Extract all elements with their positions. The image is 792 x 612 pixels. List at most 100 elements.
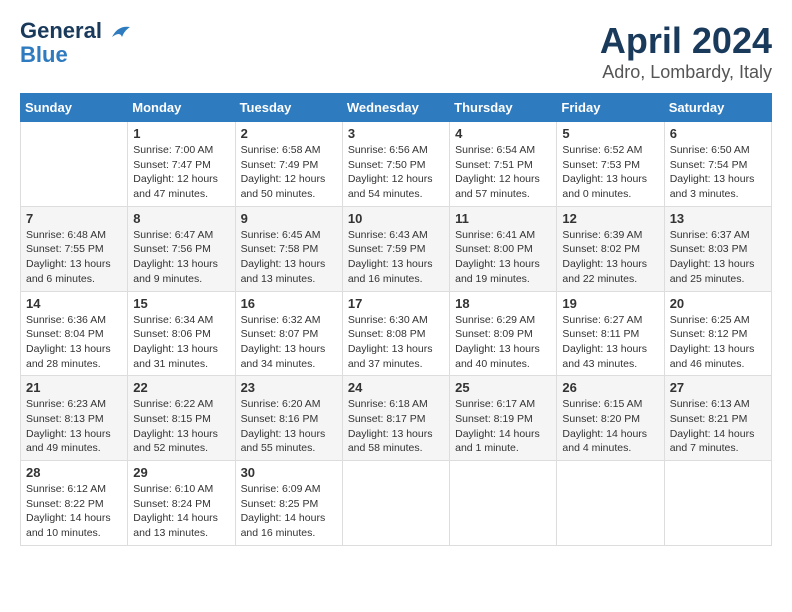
day-cell-8: 8Sunrise: 6:47 AMSunset: 7:56 PMDaylight… (128, 206, 235, 291)
calendar-body: 1 Sunrise: 7:00 AMSunset: 7:47 PMDaylight… (21, 122, 772, 546)
day-cell-23: 23 Sunrise: 6:20 AMSunset: 8:16 PMDayligh… (235, 376, 342, 461)
day-cell-15: 15 Sunrise: 6:34 AMSunset: 8:06 PMDayligh… (128, 291, 235, 376)
day-number: 19 (562, 296, 658, 311)
day-cell-26: 26Sunrise: 6:15 AMSunset: 8:20 PMDayligh… (557, 376, 664, 461)
week-row-3: 14Sunrise: 6:36 AMSunset: 8:04 PMDayligh… (21, 291, 772, 376)
day-cell-30: 30Sunrise: 6:09 AMSunset: 8:25 PMDayligh… (235, 461, 342, 546)
day-number: 10 (348, 211, 444, 226)
day-number: 7 (26, 211, 122, 226)
day-number: 17 (348, 296, 444, 311)
day-info: Sunrise: 6:29 AMSunset: 8:09 PMDaylight:… (455, 313, 551, 372)
day-info: Sunrise: 6:10 AMSunset: 8:24 PMDaylight:… (133, 482, 229, 541)
title-area: April 2024 Adro, Lombardy, Italy (600, 20, 772, 83)
day-number: 29 (133, 465, 229, 480)
week-row-4: 21Sunrise: 6:23 AMSunset: 8:13 PMDayligh… (21, 376, 772, 461)
calendar-header-row: SundayMondayTuesdayWednesdayThursdayFrid… (21, 94, 772, 122)
empty-cell (21, 122, 128, 207)
day-info: Sunrise: 7:00 AMSunset: 7:47 PMDaylight:… (133, 143, 229, 202)
day-info: Sunrise: 6:56 AMSunset: 7:50 PMDaylight:… (348, 143, 444, 202)
week-row-2: 7 Sunrise: 6:48 AMSunset: 7:55 PMDaylight… (21, 206, 772, 291)
day-number: 15 (133, 296, 229, 311)
day-info: Sunrise: 6:13 AMSunset: 8:21 PMDaylight:… (670, 397, 766, 456)
day-header-wednesday: Wednesday (342, 94, 449, 122)
week-row-1: 1 Sunrise: 7:00 AMSunset: 7:47 PMDaylight… (21, 122, 772, 207)
day-info: Sunrise: 6:50 AMSunset: 7:54 PMDaylight:… (670, 143, 766, 202)
day-cell-22: 22 Sunrise: 6:22 AMSunset: 8:15 PMDayligh… (128, 376, 235, 461)
day-cell-12: 12 Sunrise: 6:39 AMSunset: 8:02 PMDayligh… (557, 206, 664, 291)
day-number: 20 (670, 296, 766, 311)
day-info: Sunrise: 6:54 AMSunset: 7:51 PMDaylight:… (455, 143, 551, 202)
day-info: Sunrise: 6:09 AMSunset: 8:25 PMDaylight:… (241, 482, 337, 541)
day-info: Sunrise: 6:27 AMSunset: 8:11 PMDaylight:… (562, 313, 658, 372)
calendar-table: SundayMondayTuesdayWednesdayThursdayFrid… (20, 93, 772, 546)
day-header-monday: Monday (128, 94, 235, 122)
header: General Blue April 2024 Adro, Lombardy, … (20, 20, 772, 83)
day-number: 2 (241, 126, 337, 141)
empty-cell (557, 461, 664, 546)
day-number: 22 (133, 380, 229, 395)
day-cell-20: 20 Sunrise: 6:25 AMSunset: 8:12 PMDayligh… (664, 291, 771, 376)
day-info: Sunrise: 6:17 AMSunset: 8:19 PMDaylight:… (455, 397, 551, 456)
day-cell-25: 25Sunrise: 6:17 AMSunset: 8:19 PMDayligh… (450, 376, 557, 461)
logo-blue: Blue (20, 42, 68, 68)
day-info: Sunrise: 6:34 AMSunset: 8:06 PMDaylight:… (133, 313, 229, 372)
day-number: 5 (562, 126, 658, 141)
empty-cell (342, 461, 449, 546)
day-number: 18 (455, 296, 551, 311)
day-info: Sunrise: 6:48 AMSunset: 7:55 PMDaylight:… (26, 228, 122, 287)
day-cell-11: 11 Sunrise: 6:41 AMSunset: 8:00 PMDayligh… (450, 206, 557, 291)
day-cell-17: 17 Sunrise: 6:30 AMSunset: 8:08 PMDayligh… (342, 291, 449, 376)
day-info: Sunrise: 6:37 AMSunset: 8:03 PMDaylight:… (670, 228, 766, 287)
day-info: Sunrise: 6:41 AMSunset: 8:00 PMDaylight:… (455, 228, 551, 287)
day-info: Sunrise: 6:18 AMSunset: 8:17 PMDaylight:… (348, 397, 444, 456)
day-cell-1: 1 Sunrise: 7:00 AMSunset: 7:47 PMDaylight… (128, 122, 235, 207)
day-number: 11 (455, 211, 551, 226)
empty-cell (664, 461, 771, 546)
empty-cell (450, 461, 557, 546)
day-header-friday: Friday (557, 94, 664, 122)
day-header-tuesday: Tuesday (235, 94, 342, 122)
day-header-saturday: Saturday (664, 94, 771, 122)
day-info: Sunrise: 6:58 AMSunset: 7:49 PMDaylight:… (241, 143, 337, 202)
day-cell-19: 19 Sunrise: 6:27 AMSunset: 8:11 PMDayligh… (557, 291, 664, 376)
day-cell-29: 29 Sunrise: 6:10 AMSunset: 8:24 PMDayligh… (128, 461, 235, 546)
day-info: Sunrise: 6:30 AMSunset: 8:08 PMDaylight:… (348, 313, 444, 372)
day-cell-27: 27 Sunrise: 6:13 AMSunset: 8:21 PMDayligh… (664, 376, 771, 461)
logo-bird-icon (110, 23, 132, 41)
day-number: 1 (133, 126, 229, 141)
day-info: Sunrise: 6:32 AMSunset: 8:07 PMDaylight:… (241, 313, 337, 372)
day-cell-10: 10 Sunrise: 6:43 AMSunset: 7:59 PMDayligh… (342, 206, 449, 291)
day-header-thursday: Thursday (450, 94, 557, 122)
day-number: 24 (348, 380, 444, 395)
day-info: Sunrise: 6:52 AMSunset: 7:53 PMDaylight:… (562, 143, 658, 202)
day-number: 9 (241, 211, 337, 226)
day-cell-3: 3Sunrise: 6:56 AMSunset: 7:50 PMDaylight… (342, 122, 449, 207)
day-cell-4: 4Sunrise: 6:54 AMSunset: 7:51 PMDaylight… (450, 122, 557, 207)
day-number: 12 (562, 211, 658, 226)
day-cell-9: 9Sunrise: 6:45 AMSunset: 7:58 PMDaylight… (235, 206, 342, 291)
day-cell-18: 18 Sunrise: 6:29 AMSunset: 8:09 PMDayligh… (450, 291, 557, 376)
day-info: Sunrise: 6:39 AMSunset: 8:02 PMDaylight:… (562, 228, 658, 287)
day-info: Sunrise: 6:12 AMSunset: 8:22 PMDaylight:… (26, 482, 122, 541)
day-number: 13 (670, 211, 766, 226)
day-cell-5: 5 Sunrise: 6:52 AMSunset: 7:53 PMDaylight… (557, 122, 664, 207)
day-cell-28: 28Sunrise: 6:12 AMSunset: 8:22 PMDayligh… (21, 461, 128, 546)
day-cell-13: 13 Sunrise: 6:37 AMSunset: 8:03 PMDayligh… (664, 206, 771, 291)
day-number: 27 (670, 380, 766, 395)
calendar-title: April 2024 (600, 20, 772, 62)
day-info: Sunrise: 6:36 AMSunset: 8:04 PMDaylight:… (26, 313, 122, 372)
day-cell-14: 14Sunrise: 6:36 AMSunset: 8:04 PMDayligh… (21, 291, 128, 376)
day-number: 8 (133, 211, 229, 226)
day-info: Sunrise: 6:22 AMSunset: 8:15 PMDaylight:… (133, 397, 229, 456)
day-cell-7: 7 Sunrise: 6:48 AMSunset: 7:55 PMDaylight… (21, 206, 128, 291)
day-cell-2: 2 Sunrise: 6:58 AMSunset: 7:49 PMDaylight… (235, 122, 342, 207)
day-info: Sunrise: 6:43 AMSunset: 7:59 PMDaylight:… (348, 228, 444, 287)
day-header-sunday: Sunday (21, 94, 128, 122)
day-cell-16: 16 Sunrise: 6:32 AMSunset: 8:07 PMDayligh… (235, 291, 342, 376)
day-info: Sunrise: 6:20 AMSunset: 8:16 PMDaylight:… (241, 397, 337, 456)
day-number: 16 (241, 296, 337, 311)
logo: General Blue (20, 20, 132, 68)
day-info: Sunrise: 6:25 AMSunset: 8:12 PMDaylight:… (670, 313, 766, 372)
logo-general: General (20, 20, 132, 42)
day-number: 23 (241, 380, 337, 395)
